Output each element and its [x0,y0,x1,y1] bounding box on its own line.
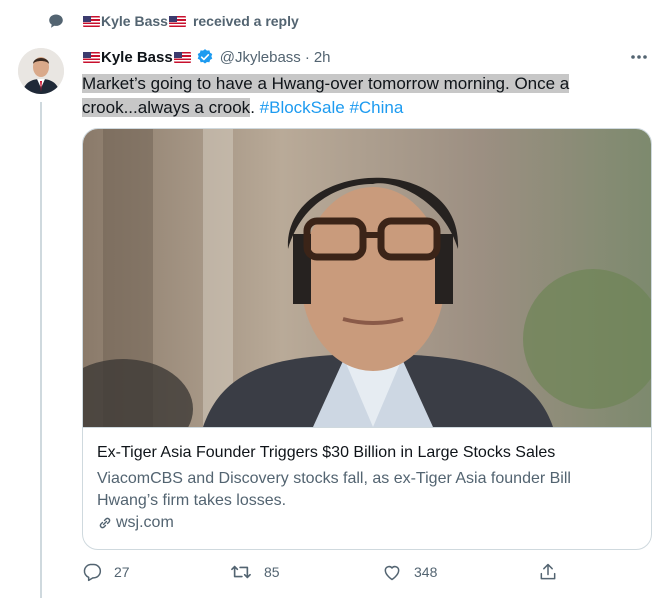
us-flag-icon [83,15,100,27]
card-photo [83,129,651,427]
us-flag-icon [83,51,100,63]
tweet-text-period: . [250,98,255,117]
us-flag-icon [173,51,191,63]
tweet-actions: 27 85 348 [82,562,650,588]
reply-icon [83,563,102,582]
context-text: received a reply [192,13,299,29]
reply-count: 27 [114,564,130,580]
reply-button[interactable]: 27 [82,562,130,582]
link-icon [99,517,111,529]
share-button[interactable] [538,562,570,582]
more-options-icon[interactable] [628,46,650,68]
tweet-timestamp[interactable]: 2h [314,49,331,66]
share-icon [540,563,556,580]
verified-badge-icon [197,49,212,64]
like-count: 348 [414,564,438,580]
card-domain[interactable]: wsj.com [97,514,174,532]
link-card[interactable]: Ex-Tiger Asia Founder Triggers $30 Billi… [82,128,652,550]
context-user-name[interactable]: Kyle Bass [101,13,168,29]
avatar[interactable] [18,48,64,94]
hashtag-china[interactable]: #China [349,98,403,117]
user-handle[interactable]: @Jkylebass [220,49,301,66]
card-body[interactable]: Ex-Tiger Asia Founder Triggers $30 Billi… [83,427,651,549]
separator-dot: · [304,48,310,66]
us-flag-icon [168,15,186,27]
retweet-button[interactable]: 85 [230,562,280,582]
tweet-header: Kyle Bass @Jkylebass · 2h [82,46,650,68]
tweet-text: Market’s going to have a Hwang-over tomo… [82,72,622,120]
card-domain-text[interactable]: wsj.com [116,514,174,532]
avatar-portrait [18,48,64,94]
like-button[interactable]: 348 [382,562,437,582]
thread-line [40,102,42,598]
retweet-icon [231,565,251,579]
reply-context-icon [49,14,63,28]
retweet-count: 85 [264,564,280,580]
like-icon [384,565,400,581]
card-title[interactable]: Ex-Tiger Asia Founder Triggers $30 Billi… [97,444,555,462]
card-description: ViacomCBS and Discovery stocks fall, as … [97,470,571,509]
social-context: Kyle Bass received a reply [48,10,299,32]
hashtag-blocksale[interactable]: #BlockSale [260,98,345,117]
display-name[interactable]: Kyle Bass [101,49,173,66]
